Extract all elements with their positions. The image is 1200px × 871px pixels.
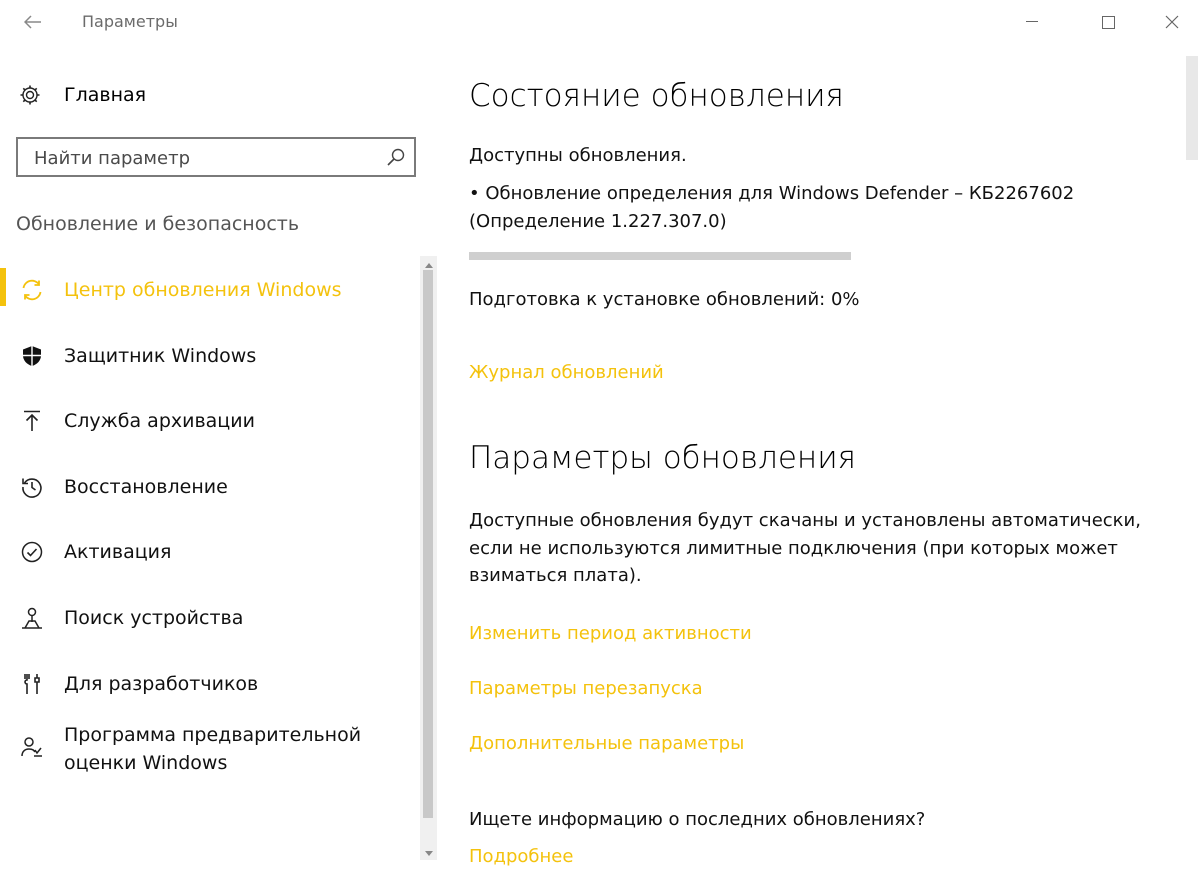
search-icon[interactable] [386,147,406,167]
sidebar-item-label: Для разработчиков [64,673,259,695]
scroll-down-button[interactable] [420,846,437,860]
close-button[interactable] [1144,0,1200,44]
sidebar-item-label: Защитник Windows [64,345,257,367]
section-title: Обновление и безопасность [16,213,300,235]
window-title: Параметры [82,12,178,31]
minimize-icon [1026,21,1038,22]
update-progress-bar [469,252,851,260]
info-question-text: Ищете информацию о последних обновлениях… [469,809,926,830]
update-settings-heading: Параметры обновления [469,440,856,476]
chevron-up-icon [424,262,433,268]
update-status-heading: Состояние обновления [469,78,844,114]
gear-icon [20,85,40,105]
settings-description-line1: Доступные обновления будут скачаны и уст… [469,510,1141,531]
sidebar-item-label: Служба архивации [64,410,255,432]
update-item-line1: • Обновление определения для Windows Def… [469,183,1075,204]
person-insider-icon [21,737,42,757]
home-nav[interactable]: Главная [18,80,146,110]
back-arrow-icon [24,15,41,29]
title-bar: Параметры [0,0,1200,46]
refresh-icon [22,279,42,301]
home-label: Главная [64,84,147,106]
sidebar-item-label: Восстановление [64,476,228,498]
advanced-options-link[interactable]: Дополнительные параметры [469,730,744,758]
search-input[interactable] [32,145,376,171]
minimize-button[interactable] [1004,0,1060,44]
sidebar-item-label: Активация [64,541,172,563]
update-history-link[interactable]: Журнал обновлений [469,359,664,387]
sidebar-item-label: Центр обновления Windows [64,279,342,301]
shield-icon [23,346,41,366]
check-circle-icon [21,541,43,563]
change-active-hours-link[interactable]: Изменить период активности [469,620,752,648]
main-scrollbar[interactable] [1186,56,1198,160]
sidebar-item-label: Программа предварительной оценки Windows [64,724,362,774]
available-updates-text: Доступны обновления. [469,145,687,166]
close-icon [1165,15,1179,29]
progress-status-text: Подготовка к установке обновлений: 0% [469,289,860,310]
sidebar-scroll-thumb[interactable] [423,270,433,818]
learn-more-link[interactable]: Подробнее [469,843,573,871]
update-item-line2: (Определение 1.227.307.0) [469,211,727,232]
upload-arrow-icon [24,410,40,431]
person-location-icon [22,607,42,629]
settings-description-line2: если не используются лимитные подключени… [469,538,1118,559]
tools-icon [24,674,40,694]
restart-options-link[interactable]: Параметры перезапуска [469,675,703,703]
settings-description-line3: взиматься плата). [469,565,642,586]
history-icon [22,478,42,498]
chevron-down-icon [424,850,433,856]
sidebar-item-label: Поиск устройства [64,607,244,629]
maximize-button[interactable] [1080,0,1136,44]
maximize-icon [1101,15,1115,29]
active-indicator [0,268,6,306]
search-box[interactable] [16,137,416,177]
back-button[interactable] [18,9,48,35]
